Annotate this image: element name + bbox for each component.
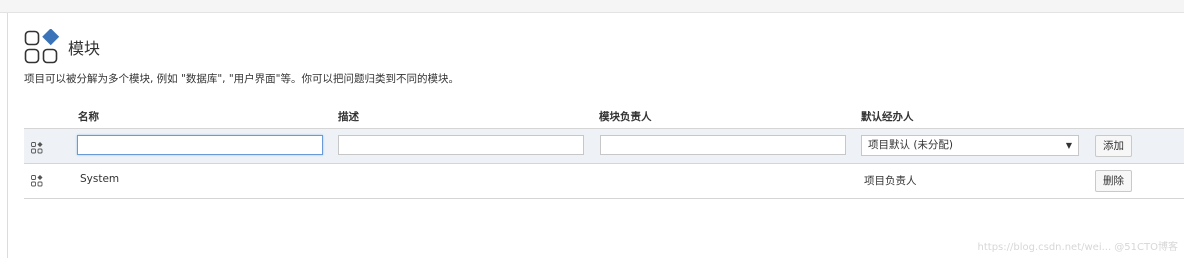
column-header-name: 名称 <box>78 111 99 123</box>
module-name-input[interactable] <box>77 135 323 155</box>
module-default-assignee: 项目负责人 <box>864 175 917 187</box>
table-header: 名称 描述 模块负责人 默认经办人 <box>24 104 1184 129</box>
page-title: 模块 <box>68 39 101 58</box>
module-name: System <box>80 173 120 185</box>
left-divider <box>7 13 8 258</box>
module-lead-input[interactable] <box>600 135 846 155</box>
top-bar <box>0 0 1184 13</box>
add-module-row: 项目默认 (未分配) ▼ 添加 <box>24 129 1184 164</box>
module-row-icon <box>31 139 43 158</box>
default-assignee-select[interactable]: 项目默认 (未分配) ▼ <box>861 135 1079 156</box>
modules-table: 名称 描述 模块负责人 默认经办人 项目默认 (未分配) ▼ 添加 System… <box>24 104 1184 199</box>
dropdown-caret-icon: ▼ <box>1065 141 1072 150</box>
column-header-lead: 模块负责人 <box>599 111 652 123</box>
modules-icon <box>24 29 60 65</box>
column-header-default-assignee: 默认经办人 <box>861 111 914 123</box>
add-button[interactable]: 添加 <box>1095 135 1132 157</box>
page-header: 模块 <box>24 29 100 65</box>
module-row-icon <box>31 172 43 191</box>
column-header-description: 描述 <box>338 111 359 123</box>
module-description-input[interactable] <box>338 135 584 155</box>
table-row: System 项目负责人 删除 <box>24 164 1184 199</box>
watermark: https://blog.csdn.net/wei... @51CTO博客 <box>977 242 1178 253</box>
default-assignee-selected: 项目默认 (未分配) <box>868 139 954 151</box>
page-description: 项目可以被分解为多个模块, 例如 "数据库", "用户界面"等。你可以把问题归类… <box>24 73 460 85</box>
delete-button[interactable]: 删除 <box>1095 170 1132 192</box>
